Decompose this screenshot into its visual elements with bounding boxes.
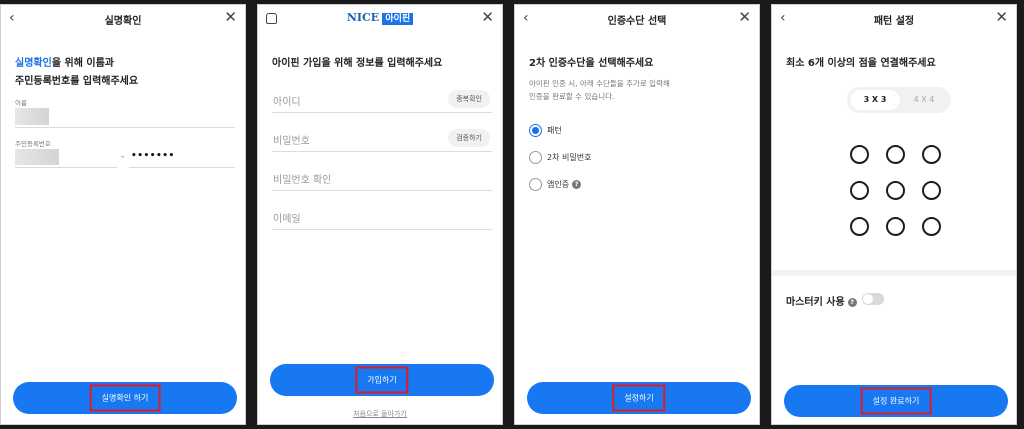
instruction-description: 아이핀 인증 시, 아래 수단들을 추가로 입력해 인증을 완료할 수 있습니다… xyxy=(529,77,670,103)
section-divider xyxy=(772,270,1016,276)
complete-setup-button[interactable]: 설정 완료하기 xyxy=(784,385,1008,417)
password-field[interactable]: 비밀번호 검증하기 xyxy=(272,126,492,152)
brand-logo: NICE 아이핀 xyxy=(258,11,502,25)
rrn-front-input-masked[interactable] xyxy=(15,149,59,165)
master-key-label: 마스터키 사용 xyxy=(786,297,845,308)
header: NICE 아이핀 ✕ xyxy=(258,5,502,33)
pattern-dot[interactable] xyxy=(922,181,941,200)
password-confirm-placeholder: 비밀번호 확인 xyxy=(273,175,332,186)
id-field[interactable]: 아이디 중복확인 xyxy=(272,87,492,113)
auth-method-panel: ‹ 인증수단 선택 ✕ 2차 인증수단을 선택해주세요 아이핀 인증 시, 아래… xyxy=(514,4,760,425)
option-app-auth-label: 앱인증 xyxy=(547,180,570,189)
pattern-dot[interactable] xyxy=(850,145,869,164)
close-icon[interactable]: ✕ xyxy=(995,8,1008,26)
description-line1: 아이핀 인증 시, 아래 수단들을 추가로 입력해 xyxy=(529,79,670,88)
set-button-label: 설정하기 xyxy=(612,384,666,412)
page-title: 실명확인 xyxy=(104,16,142,27)
ipin-signup-panel: NICE 아이핀 ✕ 아이핀 가입을 위해 정보를 입력해주세요 아이디 중복확… xyxy=(257,4,503,425)
page-title: 패턴 설정 xyxy=(873,16,915,27)
password-placeholder: 비밀번호 xyxy=(273,136,310,147)
grid-3x3-tab[interactable]: 3 X 3 xyxy=(850,90,900,110)
header: ‹ 인증수단 선택 ✕ xyxy=(515,5,759,33)
question-icon[interactable]: ? xyxy=(847,297,857,307)
real-name-panel: ‹ 실명확인 ✕ 실명확인을 위해 이름과 주민등록번호를 입력해주세요 이름 … xyxy=(0,4,246,425)
email-placeholder: 이메일 xyxy=(273,214,301,225)
signup-button[interactable]: 가입하기 xyxy=(270,364,494,396)
heading-line2: 주민등록번호를 입력해주세요 xyxy=(15,76,139,87)
pattern-dot[interactable] xyxy=(922,217,941,236)
password-verify-button[interactable]: 검증하기 xyxy=(448,129,490,147)
name-input-masked[interactable] xyxy=(15,108,49,125)
close-icon[interactable]: ✕ xyxy=(738,8,751,26)
header: ‹ 실명확인 ✕ xyxy=(1,5,245,33)
pattern-dot[interactable] xyxy=(850,217,869,236)
name-underline xyxy=(15,127,235,128)
brand-nice: NICE xyxy=(346,11,380,24)
pattern-dot[interactable] xyxy=(886,217,905,236)
grid-size-toggle: 3 X 3 4 X 4 xyxy=(847,87,951,113)
duplicate-check-button[interactable]: 중복확인 xyxy=(448,90,490,108)
option-pattern-label: 패턴 xyxy=(547,126,562,135)
description-line2: 인증을 완료할 수 있습니다. xyxy=(529,92,615,101)
option-second-password-label: 2차 비밀번호 xyxy=(547,153,592,162)
heading-highlight: 실명확인 xyxy=(15,58,52,69)
email-field[interactable]: 이메일 xyxy=(272,204,492,230)
close-icon[interactable]: ✕ xyxy=(481,8,494,26)
rrn-separator: - xyxy=(121,152,125,162)
signup-button-label: 가입하기 xyxy=(355,366,409,394)
rrn-front-underline xyxy=(15,167,117,168)
verify-button[interactable]: 실명확인 하기 xyxy=(13,382,237,414)
name-label: 이름 xyxy=(15,99,27,107)
password-confirm-field[interactable]: 비밀번호 확인 xyxy=(272,165,492,191)
rrn-back-input[interactable]: ••••••• xyxy=(131,151,175,161)
pattern-dot[interactable] xyxy=(886,145,905,164)
pattern-dot[interactable] xyxy=(850,181,869,200)
pattern-dot[interactable] xyxy=(922,145,941,164)
question-icon[interactable]: ? xyxy=(572,180,582,189)
radio-app-auth[interactable] xyxy=(529,178,542,191)
page-title: 인증수단 선택 xyxy=(607,16,667,27)
radio-second-password[interactable] xyxy=(529,151,542,164)
pattern-setup-panel: ‹ 패턴 설정 ✕ 최소 6개 이상의 점을 연결해주세요 3 X 3 4 X … xyxy=(771,4,1017,425)
header: ‹ 패턴 설정 ✕ xyxy=(772,5,1016,33)
rrn-back-underline xyxy=(129,167,235,168)
master-key-toggle[interactable] xyxy=(862,293,884,305)
set-button[interactable]: 설정하기 xyxy=(527,382,751,414)
pattern-dot[interactable] xyxy=(886,181,905,200)
brand-ipin: 아이핀 xyxy=(382,13,414,25)
complete-setup-button-label: 설정 완료하기 xyxy=(860,387,932,415)
grid-4x4-tab[interactable]: 4 X 4 xyxy=(900,90,948,110)
master-key-label-wrap: 마스터키 사용? xyxy=(786,293,857,308)
id-placeholder: 아이디 xyxy=(273,97,301,108)
back-to-start-link[interactable]: 처음으로 돌아가기 xyxy=(258,409,502,419)
instruction-heading: 아이핀 가입을 위해 정보를 입력해주세요 xyxy=(272,58,443,69)
rrn-label: 주민등록번호 xyxy=(15,140,51,148)
instruction-heading: 실명확인을 위해 이름과 주민등록번호를 입력해주세요 xyxy=(15,55,138,91)
option-app-auth-label-wrap: 앱인증? xyxy=(547,179,582,190)
instruction-heading: 2차 인증수단을 선택해주세요 xyxy=(529,58,654,69)
close-icon[interactable]: ✕ xyxy=(224,8,237,26)
heading-rest: 을 위해 이름과 xyxy=(51,58,114,69)
radio-pattern[interactable] xyxy=(529,124,542,137)
instruction-heading: 최소 6개 이상의 점을 연결해주세요 xyxy=(786,58,936,69)
verify-button-label: 실명확인 하기 xyxy=(89,384,161,412)
